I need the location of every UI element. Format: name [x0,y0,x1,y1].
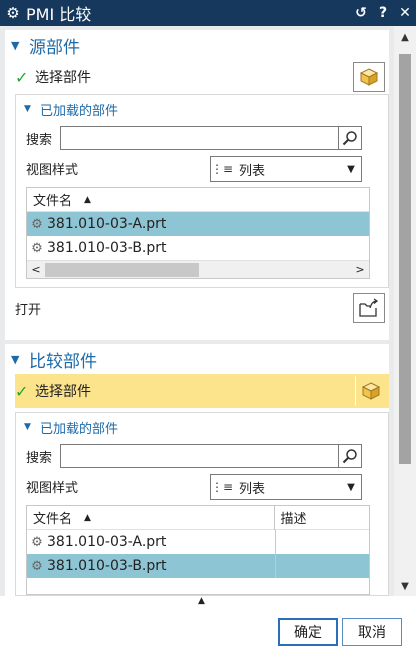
vertical-scrollbar[interactable]: ▲ ▼ [394,26,416,596]
sort-ascending-icon: ▲ [84,194,91,205]
scroll-right-icon[interactable]: > [351,263,369,276]
compare-file-row-0[interactable]: ⚙ 381.010-03-A.prt [27,530,369,554]
collapse-triangle-icon: ▼ [24,422,31,432]
compare-view-style-row: 视图样式 ⋮≡ 列表 ▼ [16,471,388,501]
chevron-down-icon: ▼ [347,163,355,175]
search-icon [342,449,357,464]
cube-icon [359,68,379,86]
column-header-description[interactable]: 描述 [273,505,369,530]
part-file-icon: ⚙ [31,558,43,574]
sort-ascending-icon: ▲ [84,512,91,523]
description-cell [275,530,276,554]
compare-file-name-0: 381.010-03-A.prt [47,534,167,550]
source-view-style-label: 视图样式 [26,162,79,178]
compare-select-part-button[interactable] [355,376,387,406]
cancel-button[interactable]: 取消 [342,618,402,646]
open-label: 打开 [15,302,42,318]
compare-file-list: 文件名 ▲ 描述 ⚙ 381.010-03-A.prt ⚙ 381.010-03… [26,505,370,595]
source-file-name-0: 381.010-03-A.prt [47,216,167,232]
source-search-row: 搜索 [16,123,388,153]
part-file-icon: ⚙ [31,534,43,550]
source-section-header[interactable]: ▼ 源部件 [5,30,389,60]
help-icon[interactable]: ? [372,5,394,21]
compare-section-title: 比较部件 [29,351,97,372]
compare-view-style-select[interactable]: ⋮≡ 列表 ▼ [210,474,362,500]
compare-section-header[interactable]: ▼ 比较部件 [5,344,389,374]
source-section: ▼ 源部件 ✓ 选择部件 ▼ 已加载的部件 搜索 视图样式 ⋮≡ 列表 ▼ 文件… [5,30,389,340]
source-search-label: 搜索 [26,132,53,148]
source-loaded-parts-group: ▼ 已加载的部件 搜索 视图样式 ⋮≡ 列表 ▼ 文件名 ▲ ⚙ 381.010… [15,94,389,288]
window-title: PMI 比较 [26,5,92,24]
compare-file-list-header: 文件名 ▲ 描述 [27,505,369,530]
open-row: 打开 [5,288,389,328]
compare-loaded-parts-group: ▼ 已加载的部件 搜索 视图样式 ⋮≡ 列表 ▼ 文件名 ▲ 描述 ⚙ 381.… [15,412,389,596]
compare-search-label: 搜索 [26,450,53,466]
collapse-triangle-icon: ▼ [11,38,20,52]
horizontal-scroll-thumb[interactable] [45,262,199,277]
source-loaded-parts-header[interactable]: ▼ 已加载的部件 [16,95,388,123]
column-header-filename-label: 文件名 [33,512,73,527]
compare-search-row: 搜索 [16,441,388,471]
collapse-triangle-icon: ▼ [11,352,20,366]
open-button[interactable] [353,293,385,323]
compare-view-style-label: 视图样式 [26,480,79,496]
compare-loaded-parts-header[interactable]: ▼ 已加载的部件 [16,413,388,441]
source-select-part-button[interactable] [353,62,385,92]
source-search-input[interactable] [60,126,343,150]
column-header-description-label: 描述 [280,512,307,527]
scroll-down-icon[interactable]: ▼ [394,581,416,592]
compare-select-part-row[interactable]: ✓ 选择部件 [15,374,389,408]
search-icon [342,131,357,146]
collapse-up-icon[interactable]: ▲ [198,596,205,606]
source-horizontal-scrollbar[interactable]: < > [27,260,369,278]
compare-view-style-value: 列表 [239,481,266,497]
title-bar: ⚙ PMI 比较 ↺ ? ✕ [0,0,416,26]
source-file-row-1[interactable]: ⚙ 381.010-03-B.prt [27,236,369,260]
checkmark-icon: ✓ [15,67,29,87]
source-loaded-parts-title: 已加载的部件 [40,103,119,119]
source-search-button[interactable] [338,126,362,150]
open-folder-icon [359,298,379,317]
gear-icon[interactable]: ⚙ [0,4,26,22]
reset-icon[interactable]: ↺ [350,5,372,21]
column-header-filename[interactable]: 文件名 ▲ [27,508,274,527]
ok-button[interactable]: 确定 [278,618,338,646]
part-file-icon: ⚙ [31,240,43,256]
close-icon[interactable]: ✕ [394,5,416,21]
compare-loaded-parts-title: 已加载的部件 [40,421,119,437]
vertical-scroll-thumb[interactable] [399,54,411,464]
source-file-list-header: 文件名 ▲ [27,188,369,212]
dialog-body: ▼ 源部件 ✓ 选择部件 ▼ 已加载的部件 搜索 视图样式 ⋮≡ 列表 ▼ 文件… [0,26,416,596]
source-file-row-0[interactable]: ⚙ 381.010-03-A.prt [27,212,369,236]
list-view-icon: ⋮≡ [211,480,234,494]
compare-file-row-1[interactable]: ⚙ 381.010-03-B.prt [27,554,369,578]
compare-file-name-1: 381.010-03-B.prt [47,558,167,574]
chevron-down-icon: ▼ [347,481,355,493]
compare-select-part-label: 选择部件 [35,384,91,400]
checkmark-icon: ✓ [15,381,29,401]
compare-section: ▼ 比较部件 ✓ 选择部件 ▼ 已加载的部件 搜索 视图样式 ⋮≡ 列表 ▼ 文… [5,344,389,596]
source-select-part-row[interactable]: ✓ 选择部件 [5,60,389,94]
collapse-triangle-icon: ▼ [24,104,31,114]
list-view-icon: ⋮≡ [211,162,234,176]
source-file-list: 文件名 ▲ ⚙ 381.010-03-A.prt ⚙ 381.010-03-B.… [26,187,370,279]
cube-icon [361,382,381,400]
scroll-up-icon[interactable]: ▲ [394,32,416,43]
source-select-part-label: 选择部件 [35,70,91,86]
dialog-footer: 确定 取消 [0,596,416,657]
compare-search-input[interactable] [60,444,343,468]
source-view-style-value: 列表 [239,163,266,179]
source-section-title: 源部件 [29,37,80,58]
source-view-style-row: 视图样式 ⋮≡ 列表 ▼ [16,153,388,183]
source-view-style-select[interactable]: ⋮≡ 列表 ▼ [210,156,362,182]
column-header-filename[interactable]: 文件名 ▲ [27,190,369,209]
part-file-icon: ⚙ [31,216,43,232]
scroll-left-icon[interactable]: < [27,263,45,276]
description-cell [275,554,276,578]
source-file-name-1: 381.010-03-B.prt [47,240,167,256]
compare-search-button[interactable] [338,444,362,468]
column-header-filename-label: 文件名 [33,194,73,209]
